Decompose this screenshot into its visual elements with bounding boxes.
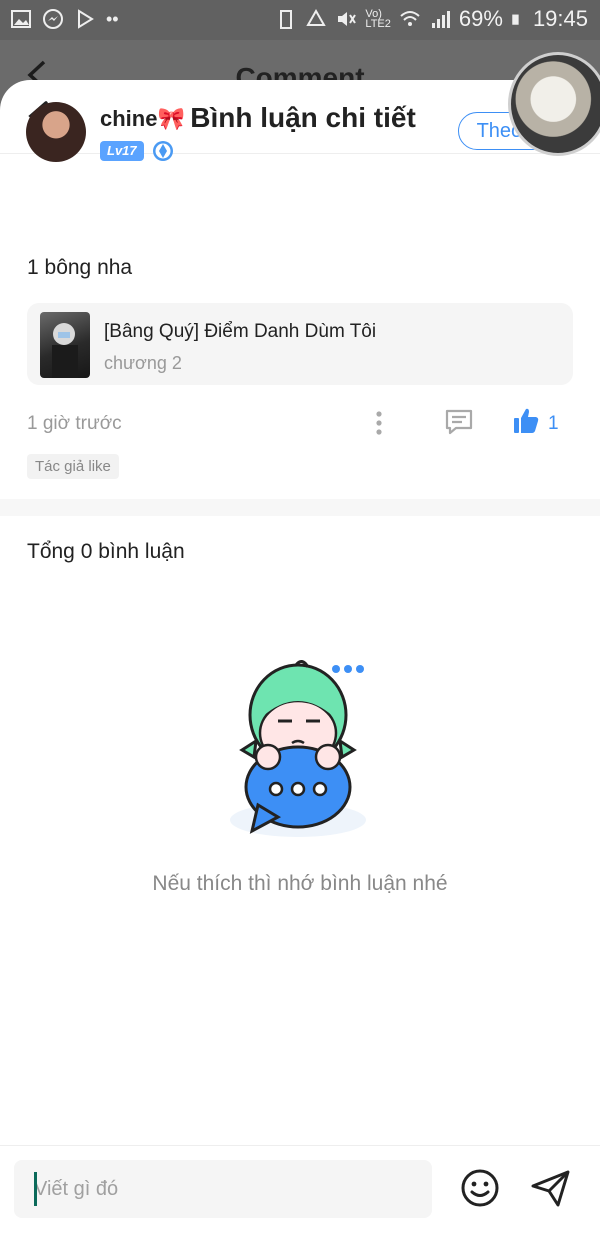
gallery-icon [11, 10, 31, 28]
story-cover-image [52, 323, 78, 378]
username[interactable]: chine🎀 [100, 106, 185, 132]
signal-icon [431, 11, 450, 28]
vip-gem-icon [152, 141, 173, 161]
clock: 19:45 [532, 6, 588, 31]
more-options-icon[interactable] [368, 409, 390, 437]
status-bar: •• Vo) LTE2 69% 19:45 [0, 0, 600, 40]
comment-input-placeholder: Viết gì đó [34, 1177, 119, 1200]
user-badges: Lv17 [100, 140, 174, 162]
empty-comments-mascot-icon [230, 660, 366, 837]
comment-detail-sheet: Bình luận chi tiết chine🎀 Lv17 Theo dõi … [0, 80, 600, 1233]
avatar[interactable] [26, 102, 86, 162]
reply-icon[interactable] [444, 407, 474, 437]
battery-percent: 69% [458, 6, 503, 31]
battery-saver-icon [280, 10, 293, 29]
volte-icon: Vo) LTE2 [365, 8, 391, 30]
story-title: [Bâng Quý] Điểm Danh Dùm Tôi [104, 321, 377, 342]
comment-time: 1 giờ trước [27, 413, 122, 434]
mute-icon [338, 12, 357, 26]
replies-total: Tổng 0 bình luận [27, 540, 185, 563]
empty-state-message: Nếu thích thì nhớ bình luận nhé [152, 872, 448, 895]
emoji-icon[interactable] [460, 1168, 500, 1208]
comment-meta-row: 1 giờ trước 1 [0, 405, 600, 445]
status-notifications: •• [10, 8, 119, 30]
messenger-icon [43, 9, 63, 29]
battery-icon [512, 14, 519, 25]
author-like-tag: Tác giả like [27, 454, 119, 479]
status-system: Vo) LTE2 69% 19:45 [275, 6, 588, 32]
level-badge: Lv17 [100, 141, 144, 161]
recycle-icon [306, 8, 327, 26]
comment-composer: Viết gì đó [0, 1145, 600, 1233]
play-store-icon [78, 9, 94, 29]
wifi-icon [400, 11, 420, 26]
floating-chat-head[interactable] [508, 52, 600, 156]
more-notifications-icon: •• [106, 8, 119, 29]
comment-input[interactable]: Viết gì đó [14, 1160, 432, 1218]
story-thumbnail [40, 312, 90, 378]
send-icon[interactable] [530, 1168, 572, 1208]
story-chapter: chương 2 [104, 353, 182, 373]
text-caret [34, 1172, 37, 1206]
like-count: 1 [548, 413, 559, 434]
thumbs-up-icon[interactable] [512, 407, 540, 435]
comment-text: 1 bông nha [27, 256, 133, 279]
story-card[interactable]: [Bâng Quý] Điểm Danh Dùm Tôi chương 2 [27, 303, 573, 385]
section-divider [0, 499, 600, 516]
